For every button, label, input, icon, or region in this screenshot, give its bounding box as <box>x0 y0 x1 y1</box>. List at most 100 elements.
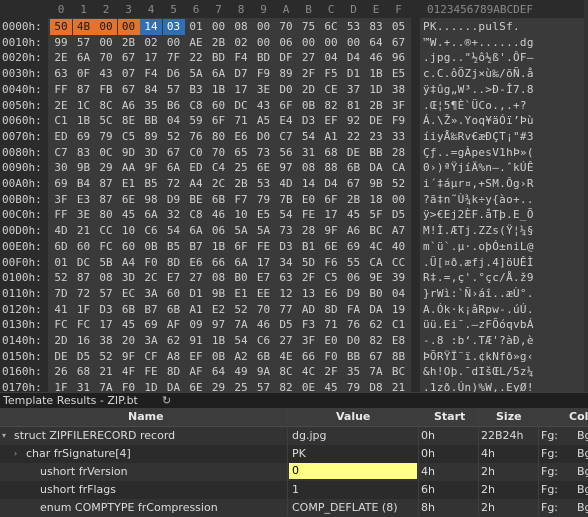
hex-byte[interactable]: 72 <box>73 286 95 302</box>
hex-byte[interactable]: 6E <box>320 239 342 255</box>
hex-byte[interactable]: 80 <box>95 207 117 223</box>
hex-byte[interactable]: 1B <box>208 333 230 349</box>
hex-byte[interactable]: 00 <box>298 35 320 51</box>
hex-byte[interactable]: 1B <box>365 66 387 82</box>
hex-byte[interactable]: 3F <box>388 98 410 114</box>
hex-byte[interactable]: 67 <box>118 82 140 98</box>
template-row[interactable]: enum COMPTYPE frCompression COMP_DEFLATE … <box>0 499 588 517</box>
hex-byte[interactable]: 56 <box>275 145 297 161</box>
hex-byte[interactable]: A4 <box>118 255 140 271</box>
hex-byte[interactable]: 59 <box>185 113 207 129</box>
hex-byte[interactable]: 22 <box>185 50 207 66</box>
hex-byte[interactable]: 04 <box>388 286 410 302</box>
hex-byte[interactable]: 17 <box>230 82 252 98</box>
hex-byte[interactable]: 6F <box>230 239 252 255</box>
hex-byte[interactable]: E3 <box>73 192 95 208</box>
hex-byte[interactable]: A6 <box>343 223 365 239</box>
hex-byte[interactable]: E6 <box>320 286 342 302</box>
hex-byte[interactable]: E8 <box>388 333 410 349</box>
ascii-row[interactable]: .Ü[¤ð.æfj.4]öUÊÌ <box>423 255 534 271</box>
hex-byte[interactable]: D9 <box>343 286 365 302</box>
hex-byte[interactable]: 84 <box>140 82 162 98</box>
template-row[interactable]: ▾ struct ZIPFILERECORD record dg.jpg 0h 22B2… <box>0 427 588 445</box>
template-row-bg-color[interactable]: Bg <box>577 481 588 499</box>
hex-byte[interactable]: 79 <box>343 380 365 392</box>
hex-byte[interactable]: 46 <box>365 50 387 66</box>
hex-byte[interactable]: BC <box>388 364 410 380</box>
hex-byte[interactable]: 54 <box>298 129 320 145</box>
hex-byte[interactable]: 03 <box>162 19 185 35</box>
hex-byte[interactable]: 5A <box>185 66 207 82</box>
hex-byte[interactable]: 62 <box>163 333 185 349</box>
hex-byte[interactable]: F6 <box>320 255 342 271</box>
template-row-value[interactable]: COMP_DEFLATE (8) <box>292 499 398 517</box>
hex-byte[interactable]: A7 <box>388 223 410 239</box>
hex-byte[interactable]: 68 <box>73 364 95 380</box>
ascii-row[interactable]: -.8 :b‘.TÆ'?àÐ‚è <box>423 333 534 349</box>
hex-byte[interactable]: 60 <box>163 286 185 302</box>
column-header-start[interactable]: Start <box>434 408 465 426</box>
hex-byte[interactable]: 10 <box>230 207 252 223</box>
hex-editor-panel[interactable]: 0123456789ABCDEF 0123456789ABCDEF 0000h:… <box>0 0 588 392</box>
hex-byte[interactable]: F4 <box>230 50 252 66</box>
hex-byte[interactable]: AF <box>185 364 207 380</box>
hex-byte[interactable]: 45 <box>118 317 140 333</box>
hex-byte[interactable]: EF <box>320 113 342 129</box>
hex-byte[interactable]: FF <box>50 207 72 223</box>
hex-byte[interactable]: D3 <box>95 302 117 318</box>
hex-byte[interactable]: 79 <box>95 129 117 145</box>
hex-byte[interactable]: A5 <box>253 113 275 129</box>
collapse-icon[interactable]: ▾ <box>2 427 6 445</box>
hex-byte[interactable]: 21 <box>73 223 95 239</box>
hex-byte[interactable]: 00 <box>253 19 275 35</box>
hex-byte[interactable]: 53 <box>253 176 275 192</box>
hex-byte[interactable]: D3 <box>298 113 320 129</box>
hex-byte[interactable]: 45 <box>343 207 365 223</box>
hex-byte[interactable]: 00 <box>320 35 342 51</box>
hex-byte[interactable]: 57 <box>163 82 185 98</box>
hex-byte[interactable]: ED <box>50 129 72 145</box>
hex-byte[interactable]: 4D <box>275 176 297 192</box>
hex-byte[interactable]: 96 <box>388 50 410 66</box>
hex-byte[interactable]: 32 <box>163 207 185 223</box>
ascii-row[interactable]: ?ã‡n˜Ù¾k÷y{ào+.. <box>423 192 534 208</box>
hex-byte[interactable]: DE <box>343 145 365 161</box>
hex-byte[interactable]: 49 <box>230 364 252 380</box>
hex-byte[interactable]: 67 <box>388 35 410 51</box>
template-row-value[interactable]: dg.jpg <box>292 427 326 445</box>
hex-byte[interactable]: 1C <box>73 98 95 114</box>
hex-byte[interactable]: 6F <box>208 113 230 129</box>
hex-byte[interactable]: 7F <box>163 50 185 66</box>
hex-byte[interactable]: FC <box>95 239 117 255</box>
hex-byte[interactable]: 52 <box>388 176 410 192</box>
hex-byte[interactable]: 82 <box>320 98 342 114</box>
hex-byte[interactable]: B0 <box>365 286 387 302</box>
hex-byte[interactable]: 67 <box>118 50 140 66</box>
hex-byte[interactable]: 66 <box>208 255 230 271</box>
hex-byte[interactable]: 79 <box>253 192 275 208</box>
hex-byte[interactable]: 1B <box>73 113 95 129</box>
hex-byte[interactable]: C1 <box>388 317 410 333</box>
hex-byte[interactable]: D8 <box>365 380 387 392</box>
hex-byte[interactable]: 66 <box>298 349 320 365</box>
hex-byte[interactable]: A2 <box>230 349 252 365</box>
hex-byte[interactable]: 69 <box>343 239 365 255</box>
hex-byte[interactable]: EC <box>118 286 140 302</box>
hex-byte[interactable]: 0E <box>298 380 320 392</box>
hex-byte[interactable]: 40 <box>388 239 410 255</box>
hex-byte[interactable]: 6A <box>230 255 252 271</box>
column-header-name[interactable]: Name <box>128 408 164 426</box>
hex-byte[interactable]: C6 <box>253 333 275 349</box>
hex-byte[interactable]: 54 <box>275 207 297 223</box>
hex-byte[interactable]: 82 <box>365 333 387 349</box>
hex-byte[interactable]: 67 <box>163 145 185 161</box>
hex-byte[interactable]: F0 <box>140 255 162 271</box>
hex-byte[interactable]: 7D <box>50 286 72 302</box>
hex-byte[interactable]: 10 <box>118 223 140 239</box>
template-row-value[interactable]: PK <box>292 445 306 463</box>
hex-byte[interactable]: A1 <box>320 129 342 145</box>
hex-byte[interactable]: CA <box>365 255 387 271</box>
hex-byte[interactable]: 4C <box>298 364 320 380</box>
hex-byte[interactable]: C5 <box>118 129 140 145</box>
hex-byte[interactable]: BD <box>253 50 275 66</box>
